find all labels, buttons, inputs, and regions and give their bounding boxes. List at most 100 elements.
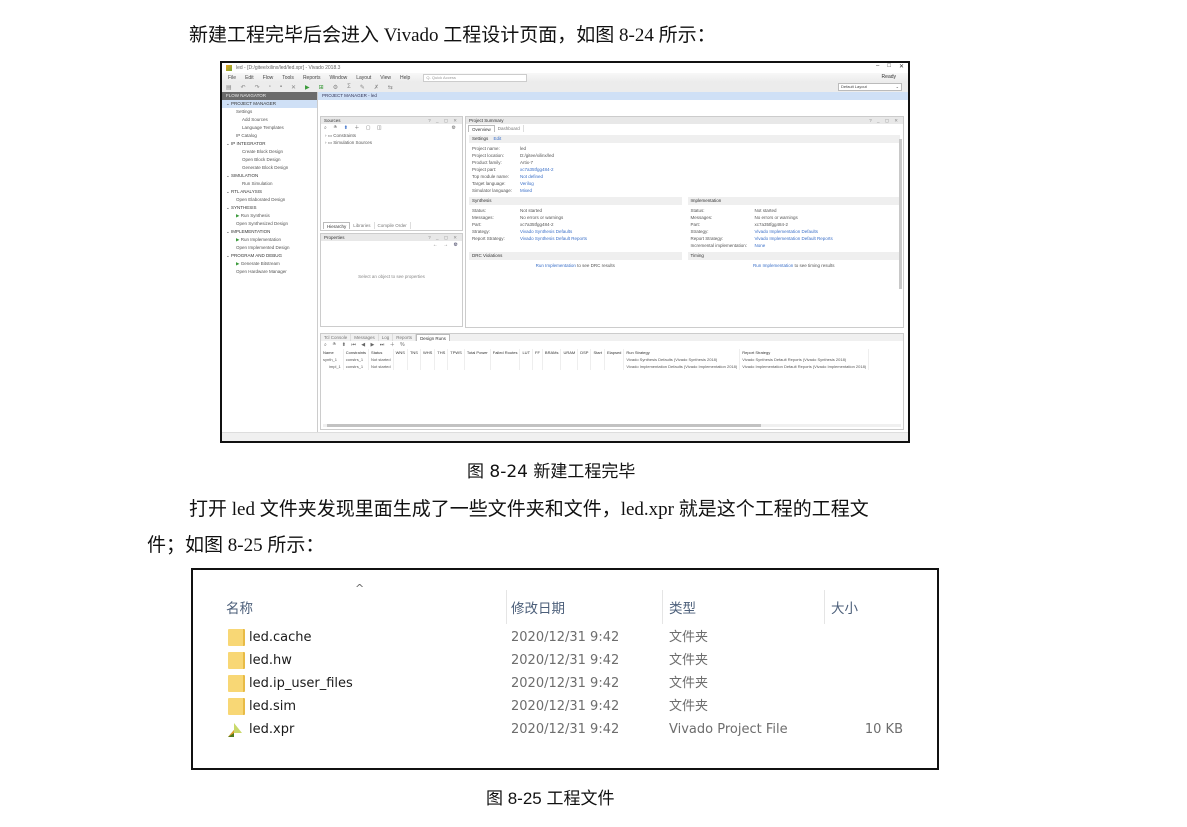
program-icon[interactable]: ⊞ bbox=[319, 84, 324, 91]
maximize-icon[interactable]: □ bbox=[887, 63, 891, 70]
percent-icon[interactable]: % bbox=[400, 342, 404, 348]
flow-nav-item[interactable]: Create Block Design bbox=[222, 148, 317, 156]
flow-nav-item[interactable]: Open Block Design bbox=[222, 156, 317, 164]
drc-run-link[interactable]: Run Implementation bbox=[536, 263, 576, 268]
summary-value[interactable]: Not defined bbox=[520, 173, 903, 180]
refresh-icon[interactable]: ◫ bbox=[377, 125, 382, 131]
cross-icon[interactable]: ✗ bbox=[374, 84, 379, 91]
summary-value[interactable]: None bbox=[755, 242, 904, 249]
source-item[interactable]: › ▭ Constraints bbox=[321, 132, 462, 139]
layout-select[interactable]: Default Layout ⌄ bbox=[838, 83, 902, 91]
file-row[interactable]: led.sim 2020/12/31 9:42 文件夹 bbox=[193, 695, 937, 718]
tab-messages[interactable]: Messages bbox=[351, 334, 379, 341]
flow-nav-item[interactable]: ⌄ IMPLEMENTATION bbox=[222, 228, 317, 236]
summary-value[interactable]: Mixed bbox=[520, 187, 903, 194]
menu-reports[interactable]: Reports bbox=[303, 75, 321, 81]
column-header-name[interactable]: 名称 bbox=[226, 597, 253, 617]
tab-hierarchy[interactable]: Hierarchy bbox=[323, 222, 351, 229]
summary-scrollbar[interactable] bbox=[899, 139, 902, 289]
back-icon[interactable]: ← bbox=[433, 242, 438, 248]
column-header[interactable]: Total Power bbox=[464, 349, 491, 356]
expand-icon[interactable]: ⬍ bbox=[342, 342, 346, 348]
tab-compile-order[interactable]: Compile Order bbox=[375, 222, 411, 229]
column-header-size[interactable]: 大小 bbox=[831, 597, 858, 617]
column-header-type[interactable]: 类型 bbox=[669, 597, 696, 617]
flow-nav-item[interactable]: Run Simulation bbox=[222, 180, 317, 188]
flow-nav-item[interactable]: ⌄ IP INTEGRATOR bbox=[222, 140, 317, 148]
next-icon[interactable]: ▶ bbox=[371, 342, 375, 348]
horizontal-scrollbar[interactable] bbox=[323, 424, 901, 427]
forward-icon[interactable]: → bbox=[443, 242, 448, 248]
flow-nav-item[interactable]: Open Synthesized Design bbox=[222, 220, 317, 228]
flow-nav-item[interactable]: Add Sources bbox=[222, 116, 317, 124]
add-run-icon[interactable]: ＋ bbox=[390, 342, 395, 348]
menu-view[interactable]: View bbox=[380, 75, 391, 81]
flow-nav-item[interactable]: Language Templates bbox=[222, 124, 317, 132]
last-icon[interactable]: ⏭ bbox=[380, 342, 385, 348]
flow-nav-item[interactable]: ⌄ PROGRAM AND DEBUG bbox=[222, 252, 317, 260]
collapse-icon[interactable]: ≚ bbox=[333, 125, 337, 131]
run-icon[interactable]: ▶ bbox=[305, 84, 310, 91]
flow-nav-item[interactable]: Generate Block Design bbox=[222, 164, 317, 172]
quick-access-input[interactable]: Q- Quick Access bbox=[423, 73, 528, 82]
menu-window[interactable]: Window bbox=[329, 75, 347, 81]
prev-icon[interactable]: ◀ bbox=[361, 342, 365, 348]
collapse-icon[interactable]: ≚ bbox=[332, 342, 336, 348]
file-row[interactable]: led.hw 2020/12/31 9:42 文件夹 bbox=[193, 649, 937, 672]
flow-nav-item[interactable]: ▶ Generate Bitstream bbox=[222, 260, 317, 268]
delete-icon[interactable]: ✕ bbox=[291, 84, 296, 91]
scrollbar-thumb[interactable] bbox=[327, 424, 761, 427]
gear-icon[interactable]: ⚙ bbox=[454, 242, 458, 248]
flow-nav-item[interactable]: ⌄ RTL ANALYSIS bbox=[222, 188, 317, 196]
search-icon[interactable]: ⌕ bbox=[324, 342, 327, 348]
column-header[interactable]: Run Strategy bbox=[623, 349, 741, 356]
column-header[interactable]: LUT bbox=[519, 349, 533, 356]
pane-controls[interactable]: ? _ ▢ ✕ bbox=[428, 234, 459, 241]
summary-value[interactable]: Vivado Implementation Defaults bbox=[755, 228, 904, 235]
flow-nav-item[interactable]: Open Hardware Manager bbox=[222, 268, 317, 276]
flow-nav-item[interactable]: Open Elaborated Design bbox=[222, 196, 317, 204]
first-icon[interactable]: ⏮ bbox=[351, 342, 356, 348]
tab-dashboard[interactable]: Dashboard bbox=[495, 125, 524, 132]
column-header[interactable]: WHS bbox=[420, 349, 436, 356]
column-header[interactable]: Elapsed bbox=[604, 349, 625, 356]
summary-value[interactable]: Verilog bbox=[520, 180, 903, 187]
edit-link[interactable]: Edit bbox=[494, 136, 502, 141]
redo-icon[interactable]: ↷ bbox=[255, 84, 260, 91]
table-row[interactable]: impl_1 constrs_1 Not started Vivado Impleme… bbox=[321, 363, 870, 370]
column-header[interactable]: Start bbox=[590, 349, 605, 356]
flow-nav-item[interactable]: IP Catalog bbox=[222, 132, 317, 140]
column-header[interactable]: Report Strategy bbox=[739, 349, 870, 356]
flow-nav-item[interactable]: Settings bbox=[222, 108, 317, 116]
copy-icon[interactable]: ▫ bbox=[269, 84, 271, 90]
file-icon[interactable]: ▢ bbox=[366, 125, 371, 131]
tab-tcl-console[interactable]: Tcl Console bbox=[321, 334, 352, 341]
settings-icon[interactable]: ⚙ bbox=[333, 84, 338, 91]
minimize-icon[interactable]: – bbox=[876, 63, 879, 70]
gear-icon[interactable]: ⚙ bbox=[452, 124, 456, 132]
close-icon[interactable]: ✕ bbox=[899, 63, 904, 70]
table-row[interactable]: synth_1 constrs_1 Not started Vivado Synthe… bbox=[321, 356, 870, 363]
undo-icon[interactable]: ↶ bbox=[241, 84, 246, 91]
flow-nav-item[interactable]: ⌄ SIMULATION bbox=[222, 172, 317, 180]
summary-value[interactable]: Vivado Implementation Default Reports bbox=[755, 235, 904, 242]
flow-nav-item[interactable]: ⌄ PROJECT MANAGER bbox=[222, 100, 317, 108]
column-header[interactable]: TPWS bbox=[447, 349, 465, 356]
menu-tools[interactable]: Tools bbox=[282, 75, 294, 81]
flow-nav-item[interactable]: ▶ Run Implementation bbox=[222, 236, 317, 244]
tab-log[interactable]: Log bbox=[379, 334, 394, 341]
column-header[interactable]: WNS bbox=[393, 349, 408, 356]
menu-help[interactable]: Help bbox=[400, 75, 410, 81]
search-icon[interactable]: ⌕ bbox=[324, 125, 327, 131]
tab-overview[interactable]: Overview bbox=[468, 125, 495, 132]
column-header[interactable]: Status bbox=[368, 349, 394, 356]
flow-nav-item[interactable]: ⌄ SYNTHESIS bbox=[222, 204, 317, 212]
layout-icon[interactable]: ▤ bbox=[226, 84, 232, 91]
column-header[interactable]: Name bbox=[321, 349, 344, 356]
summary-value[interactable]: Vivado Synthesis Defaults bbox=[520, 228, 685, 235]
tab-reports[interactable]: Reports bbox=[393, 334, 417, 341]
flow-nav-item[interactable]: ▶ Run Synthesis bbox=[222, 212, 317, 220]
timing-run-link[interactable]: Run Implementation bbox=[753, 263, 793, 268]
tab-design-runs[interactable]: Design Runs bbox=[416, 334, 450, 341]
flow-nav-item[interactable]: Open Implemented Design bbox=[222, 244, 317, 252]
